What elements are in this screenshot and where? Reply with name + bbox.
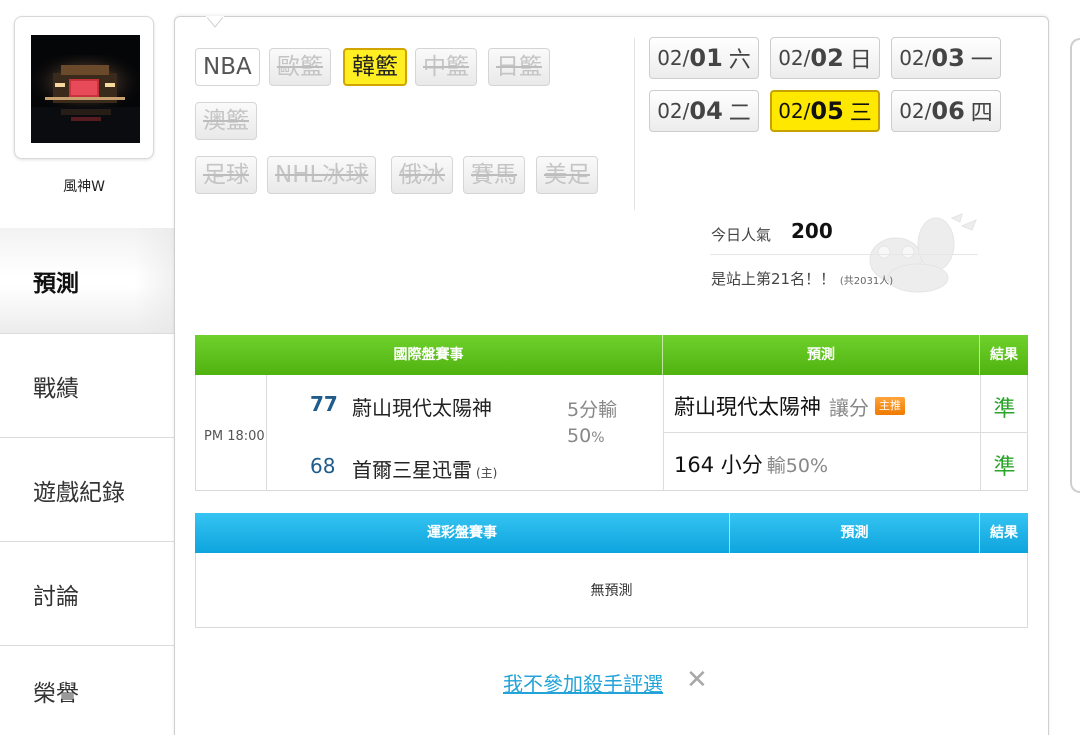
date-weekday: 四 — [970, 101, 993, 126]
home-team-code: 68 — [310, 454, 336, 478]
lottery-empty-state: 無預測 — [195, 553, 1028, 628]
column-divider — [266, 375, 267, 490]
date-0203[interactable]: 02/03 一 — [891, 37, 1001, 79]
home-tag: (主) — [476, 466, 498, 480]
rank-value: 是站上第21名！！ — [711, 270, 836, 288]
nav-label: 榮譽 — [33, 680, 79, 707]
header-result: 結果 — [990, 525, 1018, 541]
header-result: 結果 — [990, 347, 1018, 363]
date-day: 06 — [931, 97, 965, 125]
result-total: 準 — [993, 455, 1016, 480]
date-month: 02/ — [657, 99, 690, 123]
date-month: 02/ — [899, 99, 932, 123]
league-australia-basketball: 澳籃 — [195, 102, 257, 140]
date-0206[interactable]: 02/06 四 — [891, 90, 1001, 132]
date-month: 02/ — [778, 46, 811, 70]
nav-item-predictions[interactable]: 預測 — [0, 228, 174, 333]
username: 風神W — [63, 179, 105, 195]
empty-text: 無預測 — [590, 583, 633, 599]
away-team-code: 77 — [310, 392, 338, 416]
date-0201[interactable]: 02/01 六 — [649, 37, 759, 79]
league-russia-hockey: 俄冰 — [391, 156, 453, 194]
prediction-spread: 蔚山現代太陽神 讓分 主推 — [674, 391, 905, 421]
avatar-card[interactable] — [14, 16, 154, 159]
avatar-photo-icon — [31, 35, 140, 143]
date-weekday: 一 — [970, 48, 993, 73]
prediction-total-value: 164 小分 — [674, 453, 763, 477]
nav-item-honors[interactable]: 榮譽 — [0, 645, 174, 735]
header-prediction: 預測 — [663, 335, 980, 375]
league-nhl: NHL冰球 — [267, 156, 377, 194]
handicap-pct-unit: % — [591, 430, 605, 446]
prediction-team: 蔚山現代太陽神 — [674, 395, 821, 419]
date-0202[interactable]: 02/02 日 — [770, 37, 880, 79]
nav-label: 遊戲紀錄 — [33, 479, 125, 506]
date-weekday: 六 — [728, 48, 751, 73]
date-day: 02 — [810, 44, 844, 72]
date-day: 03 — [931, 44, 965, 72]
handicap-value: 5分輸 — [567, 399, 618, 421]
intl-table-header: 國際盤賽事 預測 結果 — [195, 335, 1028, 375]
handicap-line: 5分輸 50% — [567, 397, 617, 451]
rank-total: (共2031人) — [839, 276, 894, 287]
away-team-name[interactable]: 蔚山現代太陽神 — [352, 392, 492, 421]
close-icon[interactable]: ✕ — [686, 666, 708, 694]
league-euro-basketball: 歐籃 — [269, 48, 331, 86]
date-day: 04 — [689, 97, 723, 125]
popularity-divider — [710, 254, 978, 255]
header-matchup: 國際盤賽事 — [195, 335, 663, 375]
league-china-basketball: 中籃 — [415, 48, 477, 86]
date-month: 02/ — [657, 46, 690, 70]
home-team-label: 首爾三星迅雷 — [352, 458, 472, 482]
date-month: 02/ — [778, 99, 811, 123]
date-day: 05 — [810, 97, 844, 125]
nav-item-discussion[interactable]: 討論 — [0, 541, 174, 645]
prediction-total-odds: 輸50% — [766, 455, 828, 477]
featured-badge: 主推 — [875, 397, 905, 415]
game-time: PM 18:00 — [204, 429, 265, 444]
date-0205[interactable]: 02/05 三 — [770, 90, 880, 132]
nav-label: 討論 — [33, 583, 79, 610]
panel-pointer-icon — [206, 16, 224, 28]
prediction-total: 164 小分 輸50% — [674, 449, 828, 479]
league-american-football: 美足 — [536, 156, 598, 194]
result-spread: 準 — [993, 397, 1016, 422]
home-team-name[interactable]: 首爾三星迅雷 (主) — [352, 454, 497, 483]
date-day: 01 — [689, 44, 723, 72]
nav-item-record[interactable]: 戰績 — [0, 333, 174, 437]
nav-label: 預測 — [33, 270, 79, 297]
header-prediction: 預測 — [730, 513, 980, 553]
lottery-table-header: 運彩盤賽事 預測 結果 — [195, 513, 1028, 553]
adjacent-panel-edge — [1070, 38, 1080, 493]
league-nba[interactable]: NBA — [195, 48, 260, 86]
league-korea-basketball[interactable]: 韓籃 — [343, 48, 407, 86]
date-weekday: 三 — [849, 101, 872, 126]
header-matchup: 運彩盤賽事 — [195, 513, 730, 553]
filter-divider — [634, 38, 635, 210]
popularity-label: 今日人氣 — [711, 226, 772, 244]
profile-nav: 預測 戰績 遊戲紀錄 討論 榮譽 — [0, 228, 174, 735]
date-0204[interactable]: 02/04 二 — [649, 90, 759, 132]
killer-optout-link[interactable]: 我不參加殺手評選 — [503, 668, 663, 697]
prediction-type: 讓分 — [829, 395, 869, 420]
popularity-count: 200 — [791, 219, 833, 243]
table-row: PM 18:00 77 蔚山現代太陽神 68 首爾三星迅雷 (主) 5分輸 50%… — [195, 375, 1028, 491]
league-soccer: 足球 — [195, 156, 257, 194]
league-horse-racing: 賽馬 — [463, 156, 525, 194]
avatar[interactable] — [31, 35, 140, 143]
row-divider — [663, 432, 1028, 433]
handicap-pct: 50 — [567, 425, 592, 447]
nav-item-game-log[interactable]: 遊戲紀錄 — [0, 437, 174, 541]
date-weekday: 日 — [849, 48, 872, 73]
rank-text: 是站上第21名！！ (共2031人) — [711, 268, 893, 289]
nav-label: 戰績 — [33, 375, 79, 402]
league-japan-basketball: 日籃 — [488, 48, 550, 86]
date-month: 02/ — [899, 46, 932, 70]
date-weekday: 二 — [728, 101, 751, 126]
